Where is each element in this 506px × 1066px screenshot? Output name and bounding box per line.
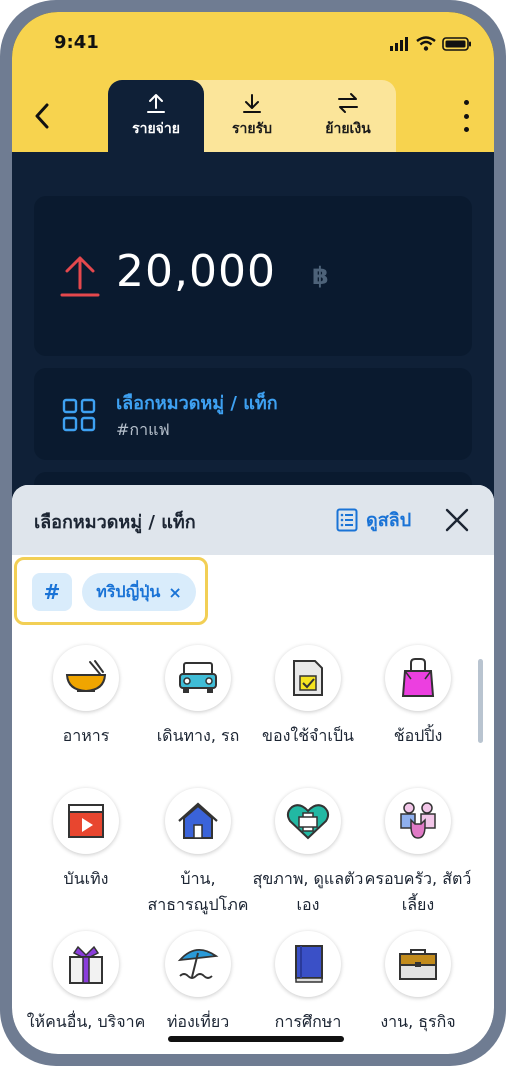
category-health-selfcare[interactable]: สุขภาพ, ดูแลตัวเอง <box>248 788 368 918</box>
video-play-icon <box>68 804 104 838</box>
category-label: ให้คนอื่น, บริจาค <box>26 1012 146 1031</box>
category-label: เดินทาง, รถ <box>156 726 240 745</box>
sheet-title: เลือกหมวดหมู่ / แท็ก <box>34 512 196 533</box>
phone-screen: 9:41 รายจ่าย รายรับ ย้ายเงิน 20,000 ฿ เล… <box>12 12 494 1054</box>
back-button[interactable] <box>28 100 56 132</box>
tab-income-label: รายรับ <box>232 121 272 137</box>
category-icon-circle <box>53 645 119 711</box>
category-label: บันเทิง <box>63 869 109 888</box>
category-bottom-sheet: เลือกหมวดหมู่ / แท็ก ดูสลิป # ทริปญี่ปุ่… <box>12 485 494 1054</box>
amount-card[interactable]: 20,000 ฿ <box>34 196 472 356</box>
tab-transfer-label: ย้ายเงิน <box>325 121 371 137</box>
category-entertainment[interactable]: บันเทิง <box>26 788 146 892</box>
hashtag-button[interactable]: # <box>32 573 72 611</box>
category-icon-circle <box>53 788 119 854</box>
more-dot-icon <box>463 127 469 132</box>
category-label: ช้อปปิ้ง <box>393 726 443 745</box>
tab-expense-label: รายจ่าย <box>132 121 180 137</box>
home-indicator[interactable] <box>168 1036 344 1042</box>
document-list-icon <box>336 508 358 531</box>
category-icon-circle <box>165 645 231 711</box>
book-icon <box>295 945 323 983</box>
expense-arrow-icon <box>60 256 100 297</box>
battery-icon <box>442 36 471 51</box>
transaction-type-tabs: รายจ่าย รายรับ ย้ายเงิน <box>108 80 396 152</box>
category-label: สุขภาพ, ดูแลตัวเอง <box>252 869 364 914</box>
checklist-icon <box>293 660 323 696</box>
sheet-header: เลือกหมวดหมู่ / แท็ก ดูสลิป <box>12 485 494 555</box>
wifi-icon <box>416 36 436 51</box>
category-food[interactable]: อาหาร <box>26 645 146 749</box>
category-shopping[interactable]: ช้อปปิ้ง <box>358 645 478 749</box>
category-label: อาหาร <box>62 726 110 745</box>
gift-icon <box>69 945 103 984</box>
health-heart-icon <box>286 804 330 840</box>
selected-tag-chip[interactable]: ทริปญี่ปุ่น × <box>82 573 196 611</box>
food-bowl-icon <box>65 660 107 693</box>
category-home-utilities[interactable]: บ้าน, สาธารณูปโภค <box>138 788 258 918</box>
category-icon-circle <box>385 931 451 997</box>
remove-tag-icon[interactable]: × <box>168 583 181 602</box>
beach-umbrella-icon <box>177 949 219 979</box>
more-dot-icon <box>463 113 469 119</box>
category-icon-circle <box>385 645 451 711</box>
more-options-button[interactable] <box>460 100 472 132</box>
download-arrow-icon <box>243 94 261 113</box>
category-travel-car[interactable]: เดินทาง, รถ <box>138 645 258 749</box>
category-selector-title: เลือกหมวดหมู่ / แท็ก <box>116 393 278 414</box>
family-pet-icon <box>400 802 436 839</box>
upload-arrow-icon <box>147 94 165 113</box>
top-bar: 9:41 รายจ่าย รายรับ ย้ายเงิน <box>12 12 494 152</box>
car-icon <box>179 662 217 693</box>
chevron-left-icon <box>35 103 49 129</box>
category-education[interactable]: การศึกษา <box>248 931 368 1035</box>
category-travel-vacation[interactable]: ท่องเที่ยว <box>138 931 258 1035</box>
transfer-arrows-icon <box>338 93 358 113</box>
category-icon-circle <box>275 788 341 854</box>
category-label: ครอบครัว, สัตว์เลี้ยง <box>364 869 472 914</box>
scrollbar[interactable] <box>478 659 483 743</box>
signal-icon <box>390 36 408 51</box>
category-label: งาน, ธุรกิจ <box>380 1012 456 1031</box>
tab-income[interactable]: รายรับ <box>204 80 300 152</box>
house-icon <box>178 802 218 839</box>
category-selector-card[interactable]: เลือกหมวดหมู่ / แท็ก #กาแฟ <box>34 368 472 460</box>
category-icon-circle <box>275 931 341 997</box>
selected-tag-label: ทริปญี่ปุ่น <box>96 581 161 601</box>
view-slip-label: ดูสลิป <box>366 510 412 531</box>
category-work-business[interactable]: งาน, ธุรกิจ <box>358 931 478 1035</box>
briefcase-icon <box>399 949 437 980</box>
category-label: บ้าน, สาธารณูปโภค <box>147 869 249 914</box>
category-label: ของใช้จำเป็น <box>262 726 354 745</box>
category-icon-circle <box>385 788 451 854</box>
grid-icon <box>62 398 96 432</box>
category-essentials[interactable]: ของใช้จำเป็น <box>248 645 368 749</box>
category-icon-circle <box>165 788 231 854</box>
category-icon-circle <box>165 931 231 997</box>
status-time: 9:41 <box>54 32 99 53</box>
category-gift-donation[interactable]: ให้คนอื่น, บริจาค <box>26 931 146 1035</box>
category-label: ท่องเที่ยว <box>166 1012 230 1031</box>
category-icon-circle <box>275 645 341 711</box>
category-selected-tag: #กาแฟ <box>116 420 170 439</box>
category-family-pets[interactable]: ครอบครัว, สัตว์เลี้ยง <box>358 788 478 918</box>
currency-symbol: ฿ <box>312 262 329 290</box>
close-icon[interactable] <box>444 507 470 533</box>
status-icons <box>390 36 472 51</box>
tab-transfer[interactable]: ย้ายเงิน <box>300 80 396 152</box>
view-slip-button[interactable]: ดูสลิป <box>336 505 411 534</box>
amount-value: 20,000 <box>116 246 276 297</box>
category-label: การศึกษา <box>274 1012 342 1031</box>
more-dot-icon <box>463 100 469 105</box>
shopping-bag-icon <box>401 658 435 697</box>
category-icon-circle <box>53 931 119 997</box>
tab-expense[interactable]: รายจ่าย <box>108 80 204 152</box>
